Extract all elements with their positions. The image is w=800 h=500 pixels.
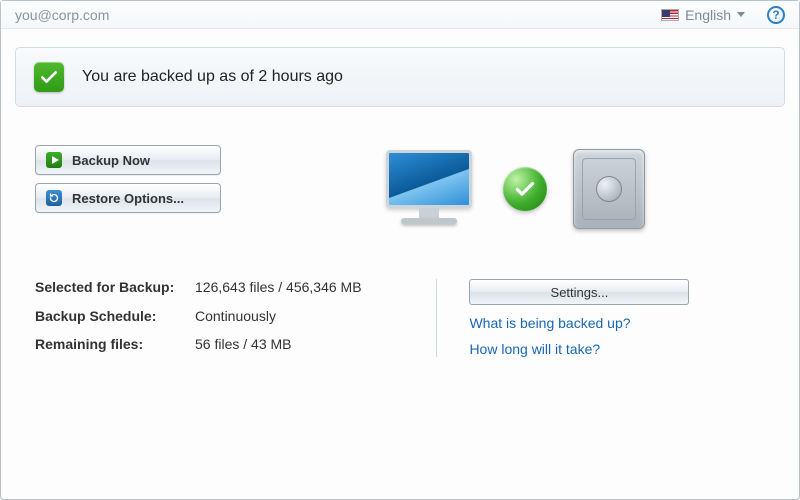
status-banner: You are backed up as of 2 hours ago [15, 47, 785, 107]
info-section: Selected for Backup: 126,643 files / 456… [1, 239, 799, 367]
backup-stats: Selected for Backup: 126,643 files / 456… [35, 279, 404, 357]
safe-icon [573, 149, 645, 229]
selected-value: 126,643 files / 456,346 MB [195, 279, 404, 300]
remaining-value: 56 files / 43 MB [195, 336, 404, 357]
language-label: English [685, 7, 731, 23]
restore-options-label: Restore Options... [72, 191, 184, 206]
selected-label: Selected for Backup: [35, 279, 195, 300]
success-check-icon [34, 62, 64, 92]
action-buttons: Backup Now Restore Options... [35, 145, 221, 213]
help-icon[interactable]: ? [767, 6, 785, 24]
settings-label: Settings... [551, 285, 609, 300]
restore-options-button[interactable]: Restore Options... [35, 183, 221, 213]
ok-check-icon [503, 167, 547, 211]
backup-now-label: Backup Now [72, 153, 150, 168]
top-bar: you@corp.com English ? [1, 1, 799, 29]
monitor-icon [381, 150, 477, 228]
language-selector[interactable]: English [655, 5, 751, 25]
app-window: you@corp.com English ? You are backed up… [0, 0, 800, 500]
right-panel: Settings... What is being backed up? How… [469, 279, 765, 357]
us-flag-icon [661, 9, 679, 21]
schedule-label: Backup Schedule: [35, 308, 195, 329]
link-what-backed-up[interactable]: What is being backed up? [469, 315, 765, 331]
account-email: you@corp.com [15, 7, 109, 23]
settings-button[interactable]: Settings... [469, 279, 689, 305]
restore-icon [46, 190, 62, 206]
link-how-long[interactable]: How long will it take? [469, 341, 765, 357]
schedule-value: Continuously [195, 308, 404, 329]
chevron-down-icon [737, 12, 745, 17]
status-graphic [261, 145, 765, 229]
play-icon [46, 152, 62, 168]
status-message: You are backed up as of 2 hours ago [82, 68, 343, 86]
main-area: Backup Now Restore Options... [1, 107, 799, 239]
backup-now-button[interactable]: Backup Now [35, 145, 221, 175]
remaining-label: Remaining files: [35, 336, 195, 357]
vertical-divider [436, 279, 437, 357]
